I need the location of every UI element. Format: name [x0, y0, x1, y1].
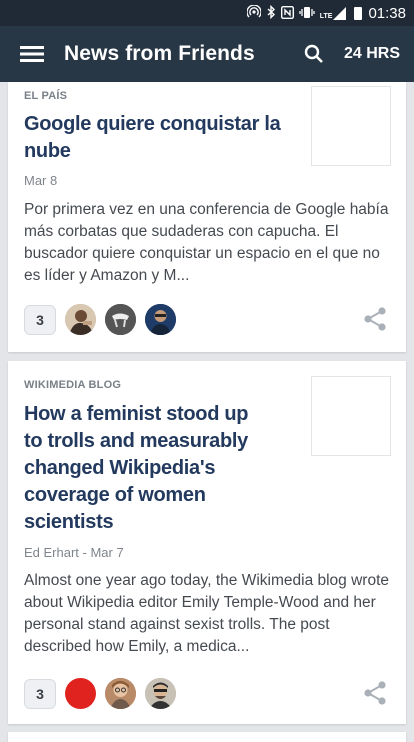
- article-card[interactable]: WIKIMEDIA BLOG How a feminist stood up t…: [8, 361, 406, 724]
- article-card[interactable]: [8, 732, 406, 742]
- status-icons: LTE: [246, 4, 363, 21]
- friend-avatar[interactable]: [105, 678, 136, 709]
- search-icon: [304, 44, 323, 63]
- search-button[interactable]: [294, 26, 334, 82]
- hotspot-icon: [246, 4, 262, 21]
- status-time: 01:38: [368, 4, 406, 22]
- friend-count-badge[interactable]: 3: [24, 679, 56, 709]
- nfc-icon: [280, 5, 294, 21]
- lte-label: LTE: [319, 12, 333, 20]
- share-button[interactable]: [360, 304, 390, 334]
- friend-avatar[interactable]: [65, 304, 96, 335]
- share-button[interactable]: [360, 678, 390, 708]
- app-bar: News from Friends 24 HRS: [0, 26, 414, 82]
- menu-button[interactable]: [0, 26, 64, 82]
- share-icon: [364, 307, 386, 331]
- friend-avatar[interactable]: [65, 678, 96, 709]
- article-headline[interactable]: Google quiere conquistar la nube: [24, 111, 294, 165]
- article-source: EL PAÍS: [24, 90, 68, 102]
- article-meta: Ed Erhart - Mar 7: [24, 545, 124, 560]
- lte-signal-icon: LTE: [319, 6, 347, 20]
- article-card[interactable]: EL PAÍS Google quiere conquistar la nube…: [8, 82, 406, 352]
- friend-avatar[interactable]: [145, 678, 176, 709]
- share-icon: [364, 681, 386, 705]
- vibrate-icon: [299, 6, 315, 21]
- friend-avatar[interactable]: [145, 304, 176, 335]
- battery-icon: [354, 6, 363, 20]
- friend-avatar[interactable]: [105, 304, 136, 335]
- article-excerpt: Almost one year ago today, the Wikimedia…: [24, 572, 390, 655]
- article-excerpt: Por primera vez en una conferencia de Go…: [24, 201, 389, 284]
- article-meta: Mar 8: [24, 173, 58, 188]
- friend-count-badge[interactable]: 3: [24, 305, 56, 335]
- article-thumbnail[interactable]: [311, 376, 391, 456]
- article-headline[interactable]: How a feminist stood up to trolls and me…: [24, 401, 264, 536]
- status-bar: LTE 01:38: [0, 0, 414, 26]
- page-title: News from Friends: [64, 42, 255, 65]
- article-thumbnail[interactable]: [311, 86, 391, 166]
- hamburger-menu-icon: [20, 46, 44, 62]
- article-source: WIKIMEDIA BLOG: [24, 379, 122, 391]
- bluetooth-icon: [266, 4, 276, 21]
- time-period-button[interactable]: 24 HRS: [334, 45, 414, 63]
